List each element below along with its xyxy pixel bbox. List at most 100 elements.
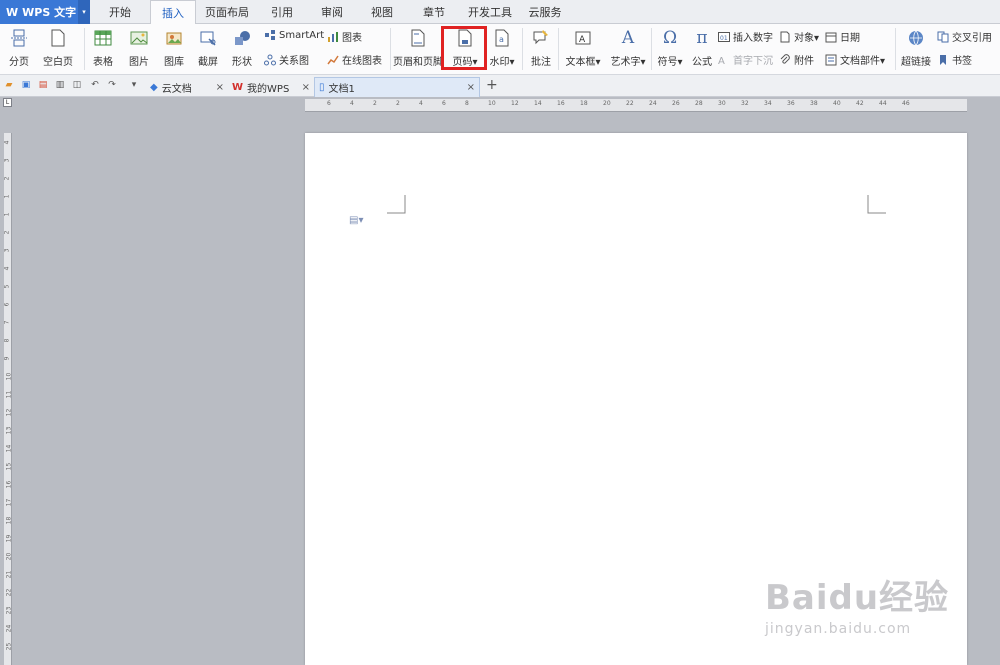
header-footer-label: 页眉和页脚	[393, 57, 443, 68]
svg-text:a: a	[499, 35, 504, 44]
tab-section[interactable]: 章节	[414, 0, 454, 24]
chart-button[interactable]: 图表	[327, 29, 362, 44]
tab-page-layout[interactable]: 页面布局	[200, 0, 254, 24]
symbol-label: 符号▾	[657, 57, 683, 68]
redo-icon[interactable]: ↷	[106, 79, 118, 91]
attachment-button[interactable]: 附件	[779, 52, 814, 67]
ruler-mark: 6	[442, 100, 446, 107]
gallery-button[interactable]: 图库	[158, 24, 190, 68]
tab-insert[interactable]: 插入	[150, 0, 196, 25]
date-button[interactable]: 日期	[825, 29, 860, 44]
ruler-mark: 30	[718, 100, 726, 107]
vertical-ruler[interactable]: 4 3 2 1 1 2 3 4 5 6 7 8 9 10 11 12 13 14 15 16 17 18 19 20 21 22 2…	[3, 133, 13, 665]
picture-button[interactable]: 图片	[124, 24, 154, 68]
smartart-button[interactable]: SmartArt	[264, 29, 324, 41]
header-footer-button[interactable]: 页眉和页脚	[393, 24, 443, 68]
symbol-button[interactable]: Ω 符号▾	[654, 24, 686, 68]
formula-button[interactable]: π 公式	[688, 24, 716, 68]
ruler-mark: 6	[327, 100, 331, 107]
print-preview-icon[interactable]: ◫	[71, 79, 83, 91]
app-menu-dropdown-icon[interactable]: ▾	[78, 0, 90, 24]
paperclip-icon	[779, 53, 791, 66]
app-menu-button[interactable]: W WPS 文字 ▾	[0, 0, 90, 24]
ribbon-separator	[558, 28, 559, 70]
tab-references[interactable]: 引用	[262, 0, 302, 24]
ruler-mark: 34	[764, 100, 772, 107]
table-button[interactable]: 表格	[88, 24, 118, 68]
ruler-mark: 2	[3, 176, 11, 181]
bookmark-label: 书签	[952, 56, 972, 67]
tab-cloud-docs[interactable]: ◆ 云文档 ×	[146, 77, 228, 97]
blank-page-button[interactable]: 空白页	[38, 24, 78, 68]
ruler-mark: 10	[488, 100, 496, 107]
cross-ref-icon	[937, 31, 949, 43]
print-icon[interactable]: ▥	[54, 79, 66, 91]
relation-chart-button[interactable]: 关系图	[264, 52, 309, 67]
object-button[interactable]: 对象▾	[779, 29, 819, 44]
hyperlink-button[interactable]: 超链接	[898, 24, 934, 68]
online-chart-button[interactable]: 在线图表	[327, 52, 382, 67]
ruler-mark: 14	[534, 100, 542, 107]
doc-parts-button[interactable]: 文档部件▾	[825, 52, 885, 67]
bookmark-button[interactable]: 书签	[937, 52, 972, 67]
ruler-mark: 21	[5, 570, 13, 579]
cross-ref-label: 交叉引用	[952, 33, 992, 44]
omega-icon: Ω	[662, 28, 678, 48]
ruler-mark: 44	[879, 100, 887, 107]
watermark-icon: a	[492, 28, 512, 48]
pi-icon: π	[696, 28, 708, 48]
cross-ref-button[interactable]: 交叉引用	[937, 29, 992, 44]
save-icon[interactable]: ▣	[20, 79, 32, 91]
ruler-mark: 20	[603, 100, 611, 107]
page-break-button[interactable]: 分页	[2, 24, 36, 68]
ruler-mark: 38	[810, 100, 818, 107]
ruler-mark: 3	[3, 158, 11, 163]
text-box-button[interactable]: A 文本框▾	[562, 24, 604, 68]
tab-view[interactable]: 视图	[362, 0, 402, 24]
watermark-button[interactable]: a 水印▾	[486, 24, 518, 68]
export-pdf-icon[interactable]: ▤	[37, 79, 49, 91]
close-icon[interactable]: ×	[302, 82, 310, 93]
screenshot-button[interactable]: 截屏	[192, 24, 224, 68]
svg-text:A: A	[579, 35, 586, 45]
ruler-mark: 8	[3, 338, 11, 343]
online-chart-icon	[327, 54, 339, 66]
comment-button[interactable]: 批注	[526, 24, 556, 68]
close-icon[interactable]: ×	[467, 82, 475, 93]
tab-my-wps[interactable]: W 我的WPS ×	[228, 77, 314, 97]
ruler-mark: 2	[3, 230, 11, 235]
ruler-mark: 11	[5, 390, 13, 399]
table-icon	[93, 28, 113, 48]
ruler-mark: 15	[5, 462, 13, 471]
ruler-corner-tab[interactable]: L	[3, 98, 12, 107]
quick-access-dropdown-icon[interactable]: ▾	[128, 79, 140, 91]
document-tab-bar: ▰ ▣ ▤ ▥ ◫ ↶ ↷ ▾ ◆ 云文档 × W 我的WPS × ▯ 文档1 …	[0, 75, 1000, 97]
insert-number-button[interactable]: 01 插入数字	[718, 29, 773, 44]
new-tab-button[interactable]: +	[486, 77, 498, 93]
ruler-mark: 12	[511, 100, 519, 107]
blank-page-label: 空白页	[43, 57, 73, 68]
ruler-mark: 22	[5, 588, 13, 597]
word-art-icon: A	[621, 28, 635, 48]
tab-developer[interactable]: 开发工具	[462, 0, 518, 24]
open-folder-icon[interactable]: ▰	[3, 79, 15, 91]
paste-options-icon[interactable]: ▤▾	[349, 215, 363, 226]
date-label: 日期	[840, 33, 860, 44]
tab-my-wps-label: 我的WPS	[247, 83, 290, 95]
shapes-button[interactable]: 形状	[226, 24, 258, 68]
horizontal-ruler[interactable]: 6 4 2 2 4 6 8 10 12 14 16 18 20 22 24 26 28 30 32 34 36 38 40 4…	[305, 99, 967, 112]
tab-document1[interactable]: ▯ 文档1 ×	[314, 77, 480, 97]
tab-home[interactable]: 开始	[100, 0, 140, 24]
crop-mark-top-right	[867, 195, 886, 214]
undo-icon[interactable]: ↶	[89, 79, 101, 91]
close-icon[interactable]: ×	[216, 82, 224, 93]
tab-cloud[interactable]: 云服务	[524, 0, 566, 24]
word-art-button[interactable]: A 艺术字▾	[607, 24, 649, 68]
ribbon-separator	[84, 28, 85, 70]
ruler-mark: 8	[465, 100, 469, 107]
tab-review[interactable]: 审阅	[312, 0, 352, 24]
gallery-icon	[164, 28, 184, 48]
drop-cap-button[interactable]: A 首字下沉	[718, 52, 773, 68]
cloud-cube-icon: ◆	[150, 81, 158, 93]
ruler-mark: 16	[557, 100, 565, 107]
